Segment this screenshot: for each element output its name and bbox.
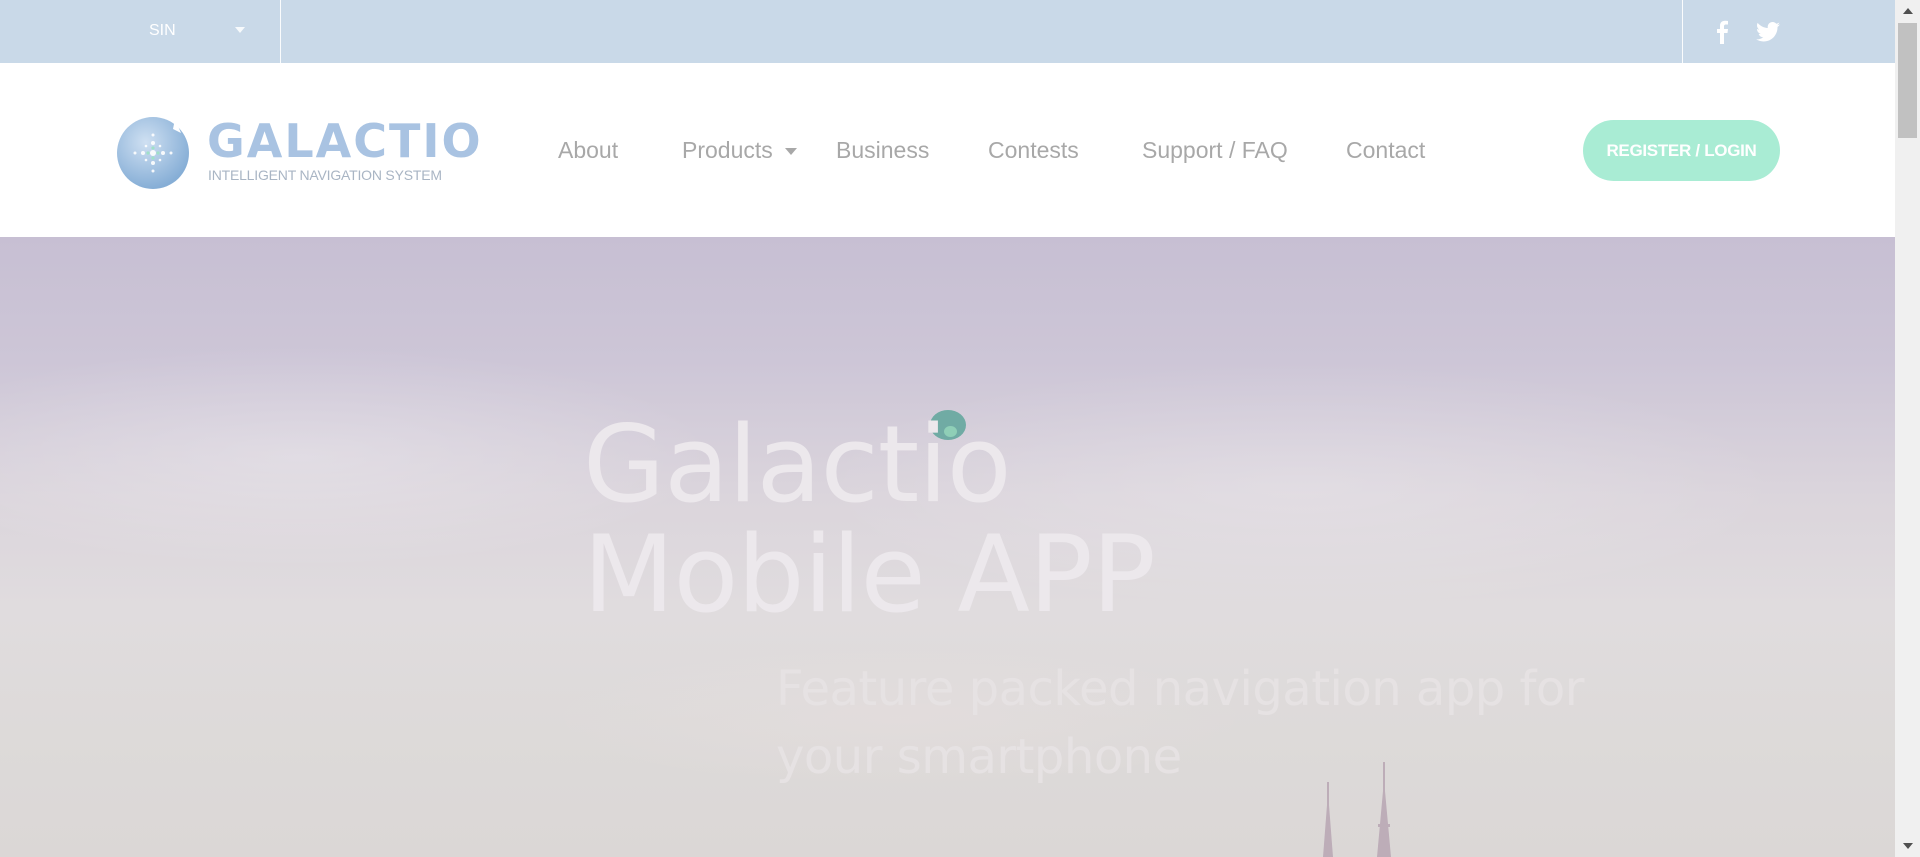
- hero-subtitle: Feature packed navigation app for your s…: [776, 655, 1585, 791]
- scroll-up-arrow-icon[interactable]: [1895, 0, 1920, 22]
- twitter-icon[interactable]: [1753, 17, 1783, 47]
- hero-title-line-1: Galactio: [583, 403, 1012, 526]
- globe-compass-icon: [117, 117, 189, 189]
- hero-title-line-2: Mobile APP: [583, 513, 1156, 636]
- scrollbar-thumb[interactable]: [1898, 23, 1917, 138]
- facebook-icon[interactable]: [1707, 17, 1737, 47]
- topbar-divider: [280, 0, 281, 63]
- hero-title: Galactio Mobile APP: [583, 403, 1156, 636]
- logo-tagline: INTELLIGENT NAVIGATION SYSTEM: [208, 167, 442, 183]
- scroll-down-arrow-icon[interactable]: [1895, 835, 1920, 857]
- nav-contests[interactable]: Contests: [988, 137, 1079, 164]
- nav-products[interactable]: Products: [682, 137, 773, 164]
- top-bar: SIN: [0, 0, 1895, 63]
- hero-subtitle-line-1: Feature packed navigation app for: [776, 661, 1585, 717]
- nav-contact[interactable]: Contact: [1346, 137, 1425, 164]
- hero-subtitle-line-2: your smartphone: [776, 729, 1182, 785]
- chevron-down-icon: [235, 27, 245, 33]
- nav-support-faq[interactable]: Support / FAQ: [1142, 137, 1288, 164]
- chevron-down-icon[interactable]: [785, 148, 797, 155]
- page-viewport: SIN GALACTIO INTELLIGENT NAVIGATION SYST…: [0, 0, 1895, 857]
- site-header: GALACTIO INTELLIGENT NAVIGATION SYSTEM A…: [0, 63, 1895, 237]
- nav-about[interactable]: About: [558, 137, 618, 164]
- city-tower-silhouette: [1323, 762, 1391, 857]
- language-select[interactable]: SIN: [115, 0, 280, 63]
- nav-business[interactable]: Business: [836, 137, 929, 164]
- register-login-button[interactable]: REGISTER / LOGIN: [1583, 120, 1780, 181]
- logo-wordmark: GALACTIO: [207, 114, 483, 168]
- language-select-value: SIN: [149, 22, 176, 39]
- hero-banner: Galactio Mobile APP Feature packed navig…: [0, 237, 1895, 857]
- galactio-logo[interactable]: GALACTIO INTELLIGENT NAVIGATION SYSTEM: [115, 113, 481, 191]
- topbar-divider: [1682, 0, 1683, 63]
